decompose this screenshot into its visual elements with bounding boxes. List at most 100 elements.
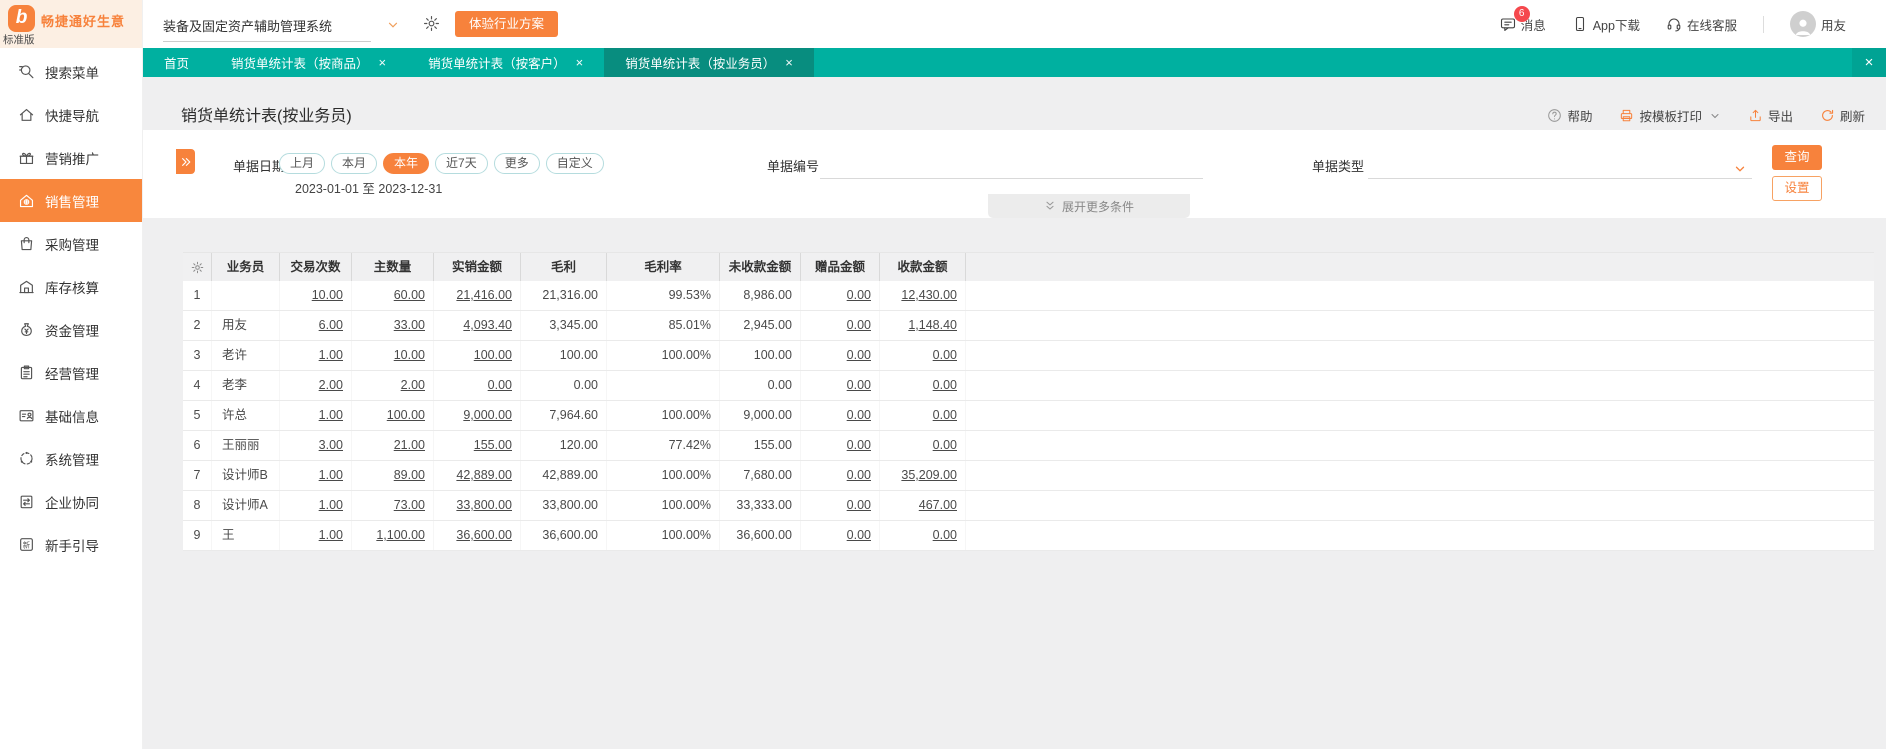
- sales-link[interactable]: 9,000.00: [463, 408, 512, 422]
- qty-link[interactable]: 33.00: [394, 318, 425, 332]
- sales-link[interactable]: 33,800.00: [456, 498, 512, 512]
- tab[interactable]: 销货单统计表（按商品） ×: [210, 48, 407, 77]
- qty-link[interactable]: 60.00: [394, 288, 425, 302]
- gift-link[interactable]: 0.00: [847, 468, 871, 482]
- received-link[interactable]: 0.00: [933, 378, 957, 392]
- tab-close-icon[interactable]: ×: [785, 56, 793, 69]
- date-pill[interactable]: 自定义: [545, 153, 604, 174]
- date-pill[interactable]: 上月: [279, 153, 326, 174]
- sidebar-item[interactable]: 库存核算: [0, 265, 142, 308]
- sidebar-item[interactable]: 新 新手引导: [0, 523, 142, 566]
- date-range-value[interactable]: 2023-01-01 至 2023-12-31: [295, 178, 442, 197]
- gift-link[interactable]: 0.00: [847, 288, 871, 302]
- column-header-trades[interactable]: 交易次数: [280, 253, 352, 281]
- column-header-unpaid[interactable]: 未收款金额: [720, 253, 801, 281]
- trial-industry-plan-button[interactable]: 体验行业方案: [455, 11, 559, 37]
- received-link[interactable]: 467.00: [919, 498, 957, 512]
- gear-icon[interactable]: [423, 15, 440, 32]
- received-link[interactable]: 0.00: [933, 348, 957, 362]
- export-button[interactable]: 导出: [1748, 106, 1793, 125]
- sidebar-item[interactable]: 采购管理: [0, 222, 142, 265]
- qty-link[interactable]: 10.00: [394, 348, 425, 362]
- tab[interactable]: 首页 ×: [143, 48, 210, 77]
- sales-link[interactable]: 36,600.00: [456, 528, 512, 542]
- column-header-sales[interactable]: 实销金额: [434, 253, 521, 281]
- trades-link[interactable]: 1.00: [319, 528, 343, 542]
- sidebar-item[interactable]: 系统管理: [0, 437, 142, 480]
- trades-link[interactable]: 1.00: [319, 468, 343, 482]
- date-pill[interactable]: 更多: [493, 153, 540, 174]
- sales-link[interactable]: 42,889.00: [456, 468, 512, 482]
- trades-link[interactable]: 1.00: [319, 408, 343, 422]
- qty-link[interactable]: 21.00: [394, 438, 425, 452]
- system-select[interactable]: 装备及固定资产辅助管理系统: [163, 16, 332, 35]
- sidebar-item[interactable]: 经营管理: [0, 351, 142, 394]
- column-header-salesperson[interactable]: 业务员: [212, 253, 280, 281]
- gift-link[interactable]: 0.00: [847, 348, 871, 362]
- user-menu[interactable]: 用友: [1789, 11, 1846, 37]
- received-link[interactable]: 0.00: [933, 528, 957, 542]
- gift-link[interactable]: 0.00: [847, 528, 871, 542]
- search-button[interactable]: 查询: [1772, 145, 1822, 170]
- messages-button[interactable]: 消息 6: [1500, 5, 1546, 34]
- gift-link[interactable]: 0.00: [847, 498, 871, 512]
- trades-link[interactable]: 2.00: [319, 378, 343, 392]
- tab-close-icon[interactable]: ×: [576, 56, 584, 69]
- column-header-gift[interactable]: 赠品金额: [801, 253, 880, 281]
- trades-link[interactable]: 3.00: [319, 438, 343, 452]
- received-link[interactable]: 12,430.00: [901, 288, 957, 302]
- gift-link[interactable]: 0.00: [847, 408, 871, 422]
- settings-button[interactable]: 设置: [1772, 176, 1822, 201]
- gift-link[interactable]: 0.00: [847, 318, 871, 332]
- tab[interactable]: 销货单统计表（按业务员） ×: [604, 48, 814, 77]
- sales-link[interactable]: 21,416.00: [456, 288, 512, 302]
- date-pill[interactable]: 近7天: [435, 153, 488, 174]
- qty-link[interactable]: 73.00: [394, 498, 425, 512]
- trades-link[interactable]: 6.00: [319, 318, 343, 332]
- chevron-down-icon[interactable]: [1733, 162, 1747, 176]
- trades-link[interactable]: 1.00: [319, 348, 343, 362]
- column-header-margin[interactable]: 毛利率: [607, 253, 720, 281]
- sales-link[interactable]: 4,093.40: [463, 318, 512, 332]
- close-all-tabs-button[interactable]: ×: [1852, 48, 1886, 77]
- sidebar-item[interactable]: 基础信息: [0, 394, 142, 437]
- sidebar-item[interactable]: 快捷导航: [0, 93, 142, 136]
- sidebar-item[interactable]: 营销推广: [0, 136, 142, 179]
- sales-link[interactable]: 155.00: [474, 438, 512, 452]
- received-link[interactable]: 0.00: [933, 438, 957, 452]
- received-link[interactable]: 0.00: [933, 408, 957, 422]
- column-settings-gear-icon[interactable]: [183, 253, 212, 281]
- help-button[interactable]: 帮助: [1547, 106, 1592, 125]
- doc-no-input[interactable]: [820, 157, 1203, 179]
- app-download-button[interactable]: App下载: [1572, 15, 1640, 34]
- date-pill[interactable]: 本年: [383, 153, 430, 174]
- column-header-qty[interactable]: 主数量: [352, 253, 434, 281]
- sales-link[interactable]: 100.00: [474, 348, 512, 362]
- date-pill[interactable]: 本月: [331, 153, 378, 174]
- gift-link[interactable]: 0.00: [847, 378, 871, 392]
- chevron-down-icon[interactable]: [1709, 110, 1721, 122]
- sidebar-item[interactable]: 企业协同: [0, 480, 142, 523]
- sidebar-item[interactable]: 搜索菜单: [0, 50, 142, 93]
- chevron-down-icon[interactable]: [386, 18, 400, 32]
- received-link[interactable]: 1,148.40: [908, 318, 957, 332]
- sidebar-item[interactable]: 销售管理: [0, 179, 142, 222]
- doc-type-select[interactable]: [1368, 157, 1752, 179]
- trades-link[interactable]: 1.00: [319, 498, 343, 512]
- print-by-template-button[interactable]: 按模板打印: [1619, 106, 1721, 125]
- sales-link[interactable]: 0.00: [488, 378, 512, 392]
- online-service-button[interactable]: 在线客服: [1666, 15, 1737, 34]
- gift-link[interactable]: 0.00: [847, 438, 871, 452]
- expand-more-filters-button[interactable]: 展开更多条件: [988, 194, 1190, 218]
- column-header-profit[interactable]: 毛利: [521, 253, 607, 281]
- qty-link[interactable]: 2.00: [401, 378, 425, 392]
- trades-link[interactable]: 10.00: [312, 288, 343, 302]
- sidebar-item[interactable]: 资金管理: [0, 308, 142, 351]
- collapse-filter-button[interactable]: [176, 149, 195, 174]
- refresh-button[interactable]: 刷新: [1820, 106, 1865, 125]
- qty-link[interactable]: 1,100.00: [376, 528, 425, 542]
- received-link[interactable]: 35,209.00: [901, 468, 957, 482]
- column-header-received[interactable]: 收款金额: [880, 253, 966, 281]
- tab[interactable]: 销货单统计表（按客户） ×: [407, 48, 604, 77]
- qty-link[interactable]: 100.00: [387, 408, 425, 422]
